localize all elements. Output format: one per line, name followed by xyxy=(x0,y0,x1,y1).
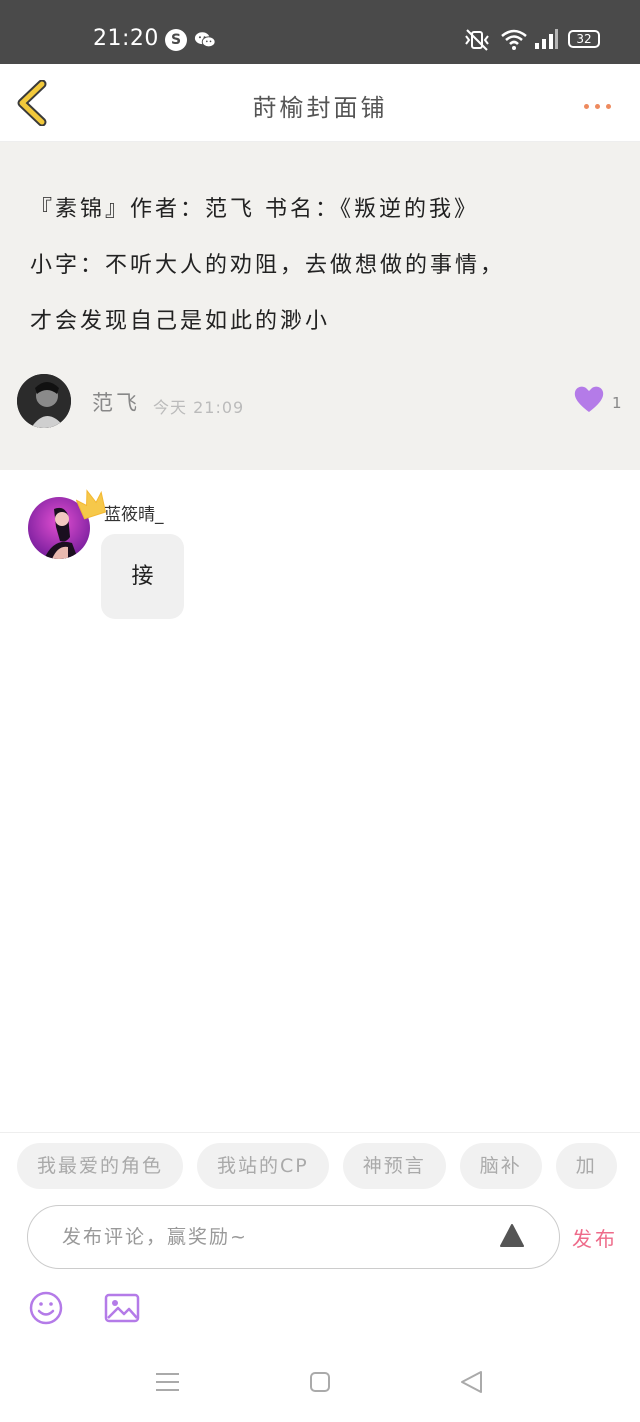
post-timestamp: 今天 21:09 xyxy=(153,398,245,417)
page-title: 莳榆封面铺 xyxy=(252,94,388,122)
topic-chips: 我最爱的角色 我站的CP 神预言 脑补加 xyxy=(17,1143,640,1191)
send-arrow-icon[interactable] xyxy=(498,1222,526,1250)
topic-chip[interactable]: 脑补 xyxy=(459,1143,542,1189)
comment-input[interactable] xyxy=(62,1220,482,1254)
nav-home-icon[interactable] xyxy=(309,1371,331,1393)
post-content: 『素锦』作者：范飞 书名：《叛逆的我》 小字：不听大人的劝阻，去做想做的事情， … xyxy=(30,182,620,350)
commenter-name[interactable]: 蓝筱晴_ xyxy=(104,500,164,525)
wechat-icon xyxy=(194,32,216,48)
status-bar: 21:20 S 32 xyxy=(0,0,640,64)
top-nav-bar: 莳榆封面铺 xyxy=(0,64,640,142)
signal-icon xyxy=(535,29,558,49)
comment-input-box xyxy=(27,1205,560,1269)
topic-chip[interactable]: 我最爱的角色 xyxy=(17,1143,184,1189)
nav-back-icon[interactable] xyxy=(458,1369,484,1395)
mute-vibrate-icon xyxy=(465,29,489,51)
post-line: 『素锦』作者：范飞 书名：《叛逆的我》 xyxy=(30,197,479,222)
publish-button[interactable]: 发布 xyxy=(572,1223,618,1252)
wifi-icon xyxy=(501,29,527,50)
battery-level: 32 xyxy=(576,32,592,46)
system-nav-bar xyxy=(0,1350,640,1422)
topic-chip[interactable]: 神预言 xyxy=(342,1143,446,1189)
emoji-icon[interactable] xyxy=(29,1291,63,1325)
more-dots-icon[interactable] xyxy=(584,94,620,109)
heart-icon[interactable] xyxy=(573,384,605,414)
topic-chip[interactable]: 加 xyxy=(555,1143,617,1189)
comment-bubble[interactable]: 接 xyxy=(101,534,184,619)
topic-chip[interactable]: 我站的CP xyxy=(197,1143,329,1189)
post-line: 小字：不听大人的劝阻，去做想做的事情， xyxy=(30,253,506,278)
image-icon[interactable] xyxy=(104,1293,140,1323)
nav-menu-icon[interactable] xyxy=(155,1372,180,1392)
author-name[interactable]: 范飞 xyxy=(92,387,140,417)
post-card: 『素锦』作者：范飞 书名：《叛逆的我》 小字：不听大人的劝阻，去做想做的事情， … xyxy=(0,142,640,470)
author-avatar[interactable] xyxy=(17,374,71,428)
like-count: 1 xyxy=(612,394,622,412)
status-time: 21:20 xyxy=(93,26,159,51)
skype-icon: S xyxy=(165,29,187,51)
post-line: 才会发现自己是如此的渺小 xyxy=(30,309,331,334)
crown-icon xyxy=(76,489,106,520)
battery-icon: 32 xyxy=(568,30,600,48)
